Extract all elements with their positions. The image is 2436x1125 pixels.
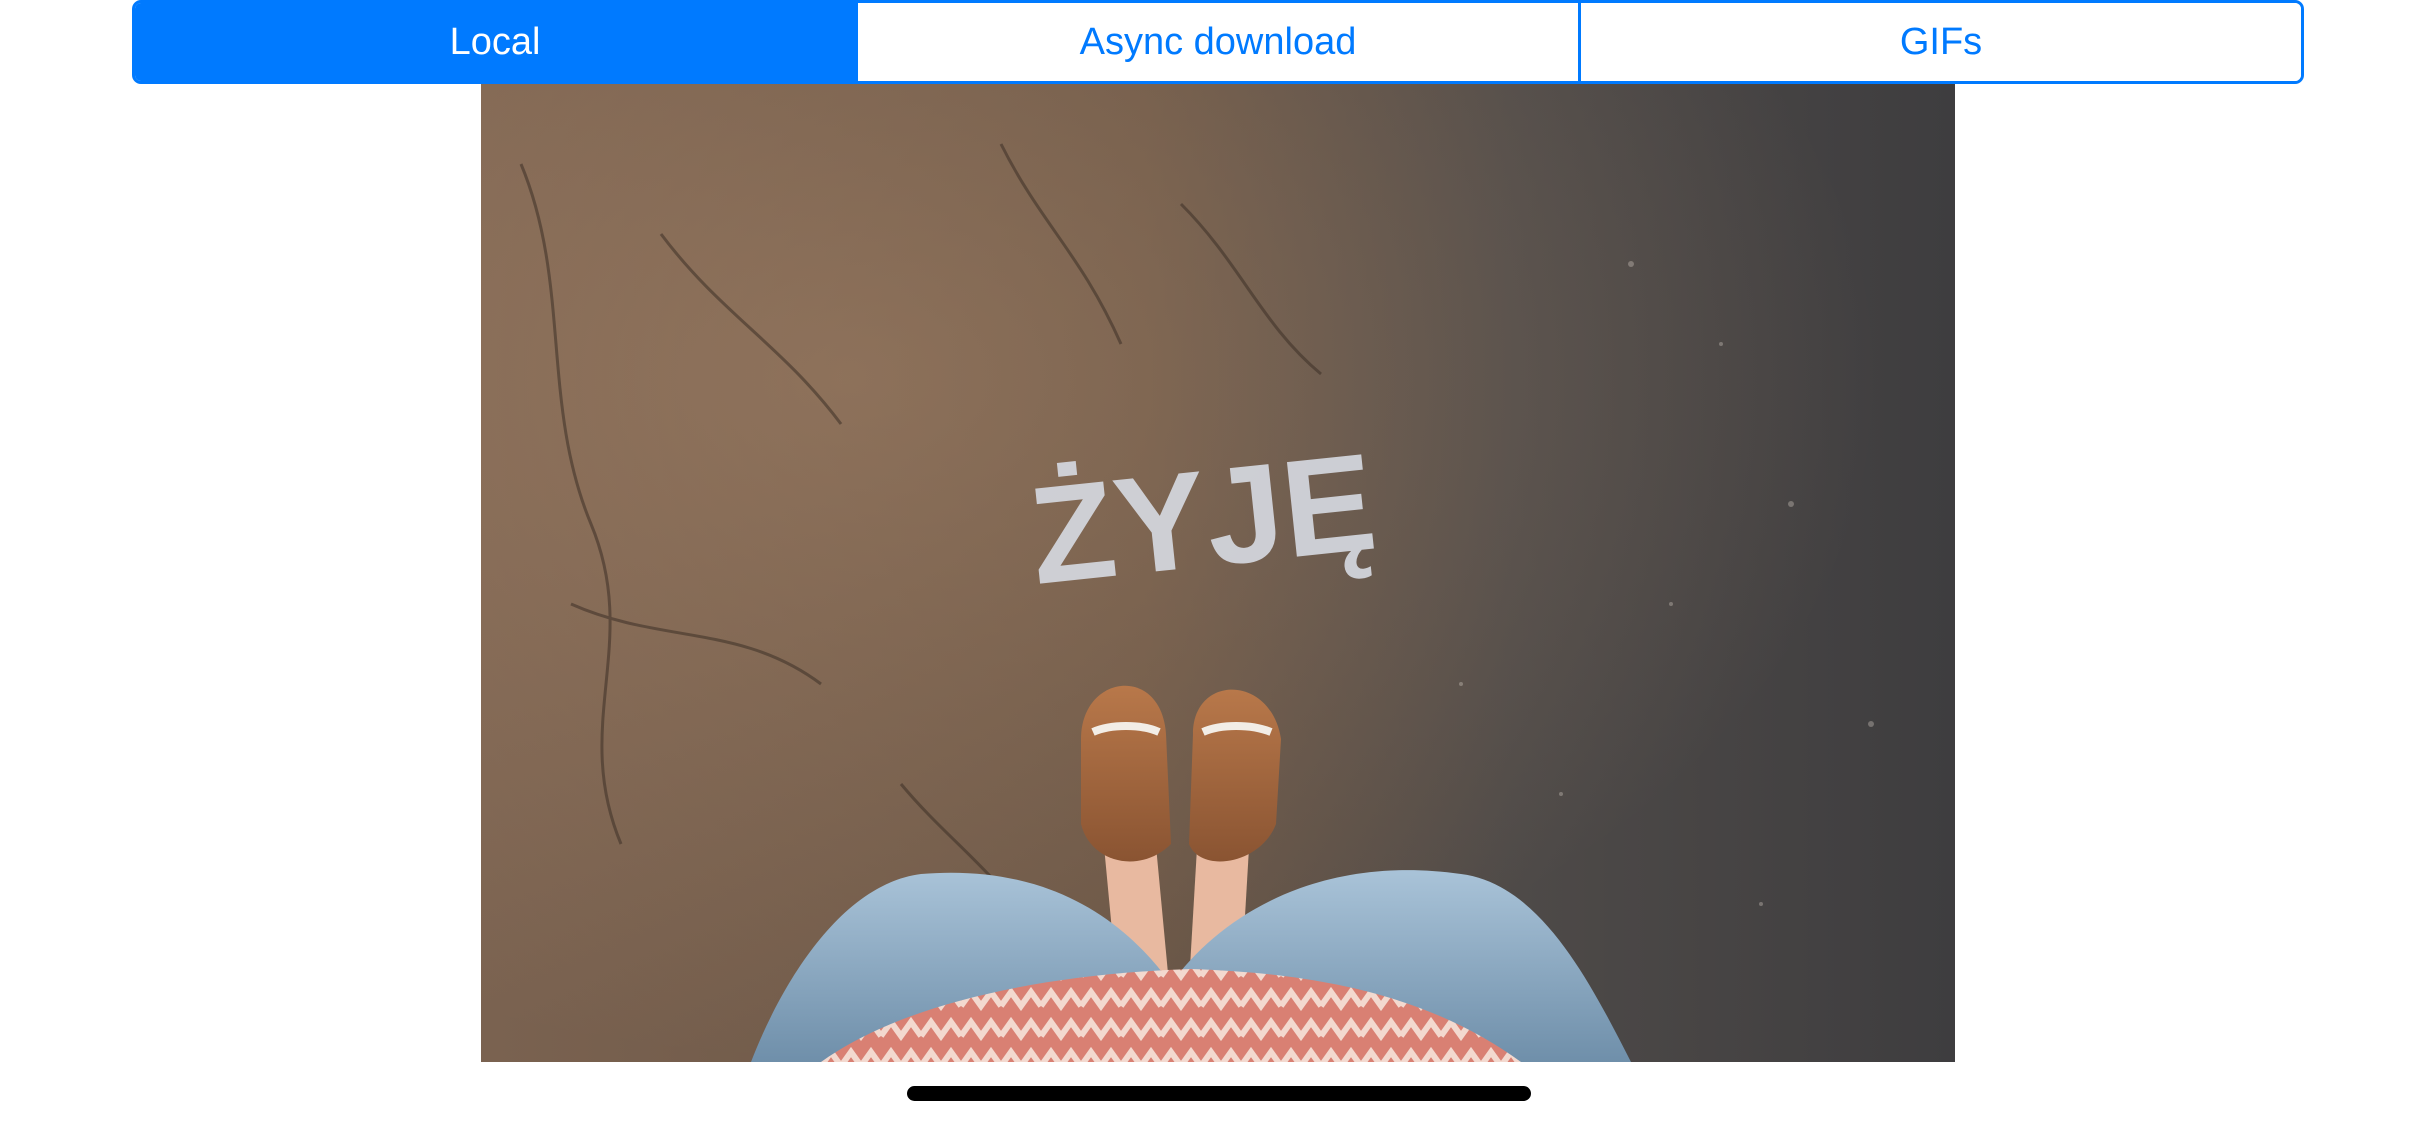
segment-gifs[interactable]: GIFs — [1578, 3, 2301, 81]
home-indicator[interactable] — [907, 1086, 1531, 1101]
segment-local[interactable]: Local — [135, 3, 855, 81]
displayed-photo: ŻYJĘ — [481, 84, 1955, 1062]
segment-async-download[interactable]: Async download — [855, 3, 1578, 81]
image-source-segmented-control: Local Async download GIFs — [132, 0, 2304, 84]
photo-image: ŻYJĘ — [481, 84, 1955, 1062]
